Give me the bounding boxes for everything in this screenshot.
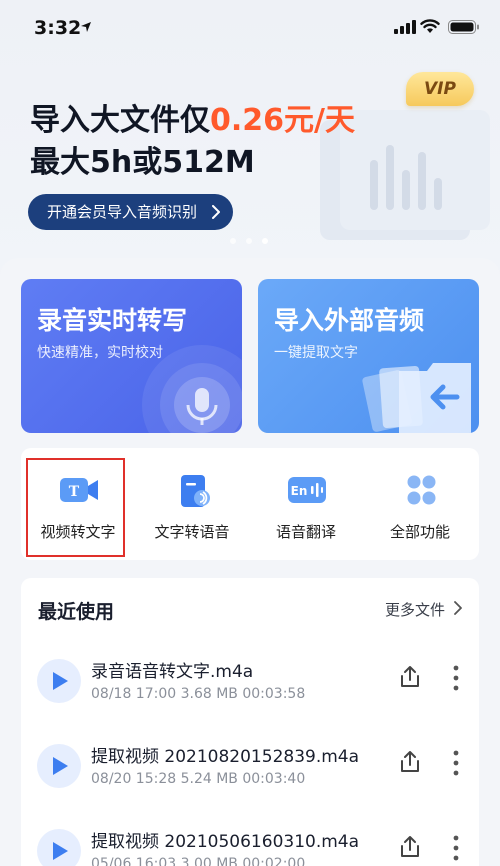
share-icon[interactable]	[399, 665, 421, 689]
all-features-icon	[407, 475, 436, 505]
svg-text:En: En	[291, 484, 308, 498]
promo-banner[interactable]: 3:32 VIP 导入大文件仅0.26元/天 最大5h或512M 开通会员导入音…	[0, 0, 500, 270]
file-name: 提取视频 20210820152839.m4a	[91, 747, 360, 767]
carousel-dot-active	[262, 238, 268, 244]
play-button[interactable]	[37, 744, 81, 788]
tool-label: 文字转语音	[154, 523, 230, 541]
tool-text-to-speech[interactable]: 文字转语音	[135, 448, 249, 560]
carousel-dot	[230, 238, 236, 244]
file-name: 录音语音转文字.m4a	[91, 662, 254, 682]
play-icon	[53, 757, 68, 775]
file-name: 提取视频 20210506160310.m4a	[91, 832, 360, 852]
open-membership-button[interactable]: 开通会员导入音频识别	[28, 194, 234, 230]
tool-label: 全部功能	[389, 523, 450, 541]
headline-line-1: 导入大文件仅0.26元/天	[30, 100, 355, 142]
cellular-signal-icon	[394, 20, 416, 34]
more-options-icon[interactable]	[453, 665, 459, 691]
chevron-right-icon	[454, 601, 462, 615]
tool-all-features[interactable]: 全部功能	[363, 448, 477, 560]
voice-translate-icon: En	[288, 477, 326, 503]
headline-line-2: 最大5h或512M	[30, 145, 255, 180]
location-arrow-icon	[81, 22, 91, 32]
chevron-right-icon	[212, 205, 221, 219]
banner-headline: 导入大文件仅0.26元/天 最大5h或512M	[30, 100, 355, 184]
import-folder-icon	[362, 363, 471, 433]
status-time: 3:32	[34, 17, 82, 39]
share-icon[interactable]	[399, 750, 421, 774]
tool-label: 语音翻译	[275, 523, 336, 541]
text-to-speech-icon	[181, 475, 210, 507]
play-icon	[53, 672, 68, 690]
play-icon	[53, 842, 68, 860]
file-row[interactable]: 提取视频 20210506160310.m4a 05/06 16:03 3.00…	[21, 813, 479, 866]
card-title: 导入外部音频	[274, 306, 425, 335]
file-meta: 08/18 17:00 3.68 MB 00:03:58	[91, 686, 306, 702]
card-title: 录音实时转写	[37, 306, 188, 335]
more-options-icon[interactable]	[453, 750, 459, 776]
status-bar: 3:32	[0, 0, 500, 56]
record-transcribe-card[interactable]: 录音实时转写 快速精准，实时校对	[21, 279, 242, 433]
more-options-icon[interactable]	[453, 835, 459, 861]
headline-price: 0.26元/天	[210, 103, 355, 138]
play-button[interactable]	[37, 829, 81, 866]
file-row[interactable]: 录音语音转文字.m4a 08/18 17:00 3.68 MB 00:03:58	[21, 643, 479, 727]
wifi-icon	[420, 19, 440, 33]
recent-title: 最近使用	[38, 601, 115, 623]
file-meta: 05/06 16:03 3.00 MB 00:02:00	[91, 856, 306, 866]
file-row[interactable]: 提取视频 20210820152839.m4a 08/20 15:28 5.24…	[21, 728, 479, 812]
battery-icon	[448, 20, 479, 34]
play-button[interactable]	[37, 659, 81, 703]
vip-badge: VIP	[406, 72, 474, 106]
import-audio-card[interactable]: 导入外部音频 一键提取文字	[258, 279, 479, 433]
cta-label: 开通会员导入音频识别	[47, 203, 198, 221]
headline-prefix: 导入大文件仅	[30, 103, 210, 138]
selection-highlight-box	[26, 458, 125, 557]
file-meta: 08/20 15:28 5.24 MB 00:03:40	[91, 771, 306, 787]
carousel-dot	[246, 238, 252, 244]
share-icon[interactable]	[399, 835, 421, 859]
recent-files-panel: 最近使用 更多文件 录音语音转文字.m4a 08/18 17:00 3.68 M…	[21, 578, 479, 866]
more-files-link[interactable]: 更多文件	[385, 599, 445, 620]
microphone-icon	[142, 345, 242, 433]
tool-voice-translate[interactable]: En 语音翻译	[249, 448, 363, 560]
card-subtitle: 一键提取文字	[274, 345, 358, 361]
